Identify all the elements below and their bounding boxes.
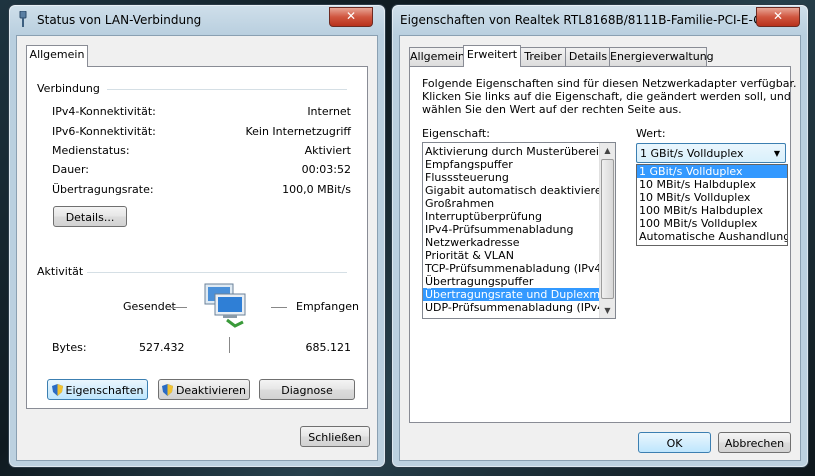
properties-label: Eigenschaften [65, 384, 144, 397]
scroll-up-icon[interactable]: ▲ [600, 143, 615, 158]
tab-allgemein[interactable]: Allgemein [26, 45, 88, 67]
close-window-button[interactable]: ✕ [756, 7, 800, 27]
dropdown-option[interactable]: 10 MBit/s Vollduplex [637, 191, 787, 204]
speed-value: 100,0 MBit/s [282, 183, 351, 196]
list-item-selected[interactable]: Übertragungsrate und Duplexmodus [423, 288, 599, 301]
list-item[interactable]: IPv4-Prüfsummenabladung [423, 223, 599, 236]
description-line-1: Folgende Eigenschaften sind für diesen N… [422, 77, 797, 90]
bytes-sent-value: 527.432 [139, 341, 185, 354]
tab-treiber[interactable]: Treiber [519, 47, 567, 66]
dropdown-option[interactable]: 10 MBit/s Halbduplex [637, 178, 787, 191]
tab-allgemein[interactable]: Allgemein [409, 47, 465, 66]
list-item[interactable]: Empfangspuffer [423, 158, 599, 171]
tab-details[interactable]: Details [565, 47, 611, 66]
close-icon: ✕ [345, 9, 357, 23]
close-button[interactable]: Schließen [300, 426, 370, 447]
cancel-button[interactable]: Abbrechen [718, 432, 791, 453]
property-items: Aktivierung durch Musterübereinstim Empf… [423, 145, 599, 314]
ipv4-label: IPv4-Konnektivität: [52, 105, 156, 118]
network-icon [18, 10, 28, 27]
ipv6-value: Kein Internetzugriff [245, 125, 351, 138]
separator [229, 337, 230, 353]
dropdown-option[interactable]: 100 MBit/s Halbduplex [637, 204, 787, 217]
list-item[interactable]: Netzwerkadresse [423, 236, 599, 249]
property-list[interactable]: Aktivierung durch Musterübereinstim Empf… [422, 142, 616, 319]
bytes-label: Bytes: [52, 341, 87, 354]
chevron-down-icon: ▼ [773, 149, 780, 158]
diagnose-button[interactable]: Diagnose [259, 379, 355, 400]
description-line-3: wählen Sie den Wert auf der rechten Seit… [422, 103, 682, 116]
properties-button[interactable]: Eigenschaften [47, 379, 148, 400]
divider [107, 89, 347, 90]
disable-button[interactable]: Deaktivieren [158, 379, 250, 400]
status-client-area: Allgemein Verbindung IPv4-Konnektivität:… [16, 35, 378, 461]
dropdown-option[interactable]: 100 MBit/s Vollduplex [637, 217, 787, 230]
connection-heading: Verbindung [37, 82, 104, 95]
advanced-panel: Folgende Eigenschaften sind für diesen N… [409, 66, 796, 423]
duration-label: Dauer: [52, 163, 89, 176]
list-item[interactable]: Interruptüberprüfung [423, 210, 599, 223]
properties-client-area: Allgemein Erweitert Treiber Details Ener… [399, 35, 801, 461]
activity-heading: Aktivität [37, 265, 88, 278]
dropdown-option-selected[interactable]: 1 GBit/s Vollduplex [637, 165, 787, 178]
list-item[interactable]: TCP-Prüfsummenabladung (IPv4) [423, 262, 599, 275]
property-scrollbar[interactable]: ▲ ▼ [599, 143, 615, 318]
received-label: Empfangen [296, 300, 359, 313]
scroll-down-icon[interactable]: ▼ [600, 303, 615, 318]
value-label: Wert: [636, 127, 666, 140]
list-item[interactable]: Großrahmen [423, 197, 599, 210]
speed-label: Übertragungsrate: [52, 183, 154, 196]
property-label: Eigenschaft: [422, 127, 490, 140]
duration-value: 00:03:52 [301, 163, 351, 176]
list-item[interactable]: Priorität & VLAN [423, 249, 599, 262]
received-line [271, 307, 287, 308]
list-item[interactable]: Gigabit automatisch deaktivieren (Er [423, 184, 599, 197]
shield-icon [51, 382, 63, 396]
sent-line [171, 307, 187, 308]
window-title: Eigenschaften von Realtek RTL8168B/8111B… [400, 13, 793, 27]
bytes-received-value: 685.121 [305, 341, 352, 354]
ipv4-value: Internet [307, 105, 351, 118]
ipv6-label: IPv6-Konnektivität: [52, 125, 156, 138]
value-combobox[interactable]: 1 GBit/s Vollduplex ▼ [636, 143, 786, 163]
list-item[interactable]: UDP-Prüfsummenabladung (IPv4) [423, 301, 599, 314]
list-item[interactable]: Übertragungspuffer [423, 275, 599, 288]
sent-label: Gesendet [123, 300, 176, 313]
shield-icon [161, 382, 173, 396]
tab-energieverwaltung[interactable]: Energieverwaltung [609, 47, 714, 66]
scroll-thumb[interactable] [601, 159, 614, 299]
description-line-2: Klicken Sie links auf die Eigenschaft, d… [422, 90, 791, 103]
combo-value: 1 GBit/s Vollduplex [640, 147, 744, 160]
media-status-value: Aktiviert [304, 144, 351, 157]
details-button[interactable]: Details... [53, 206, 127, 227]
media-status-label: Medienstatus: [52, 144, 130, 157]
network-computers-icon [195, 282, 257, 328]
disable-label: Deaktivieren [175, 384, 247, 397]
list-item[interactable]: Aktivierung durch Musterübereinstim [423, 145, 599, 158]
window-title: Status von LAN-Verbindung [37, 13, 202, 27]
value-dropdown-list[interactable]: 1 GBit/s Vollduplex 10 MBit/s Halbduplex… [636, 164, 788, 246]
divider [87, 272, 347, 273]
status-window: Status von LAN-Verbindung ✕ Allgemein Ve… [8, 4, 386, 468]
dropdown-option[interactable]: Automatische Aushandlung [637, 230, 787, 243]
properties-window: Eigenschaften von Realtek RTL8168B/8111B… [391, 4, 809, 468]
close-icon: ✕ [772, 9, 784, 23]
tab-erweitert[interactable]: Erweitert [463, 45, 521, 67]
ok-button[interactable]: OK [638, 432, 711, 453]
list-item[interactable]: Flusssteuerung [423, 171, 599, 184]
general-panel: Verbindung IPv4-Konnektivität: Internet … [26, 66, 368, 409]
close-window-button[interactable]: ✕ [329, 7, 373, 27]
